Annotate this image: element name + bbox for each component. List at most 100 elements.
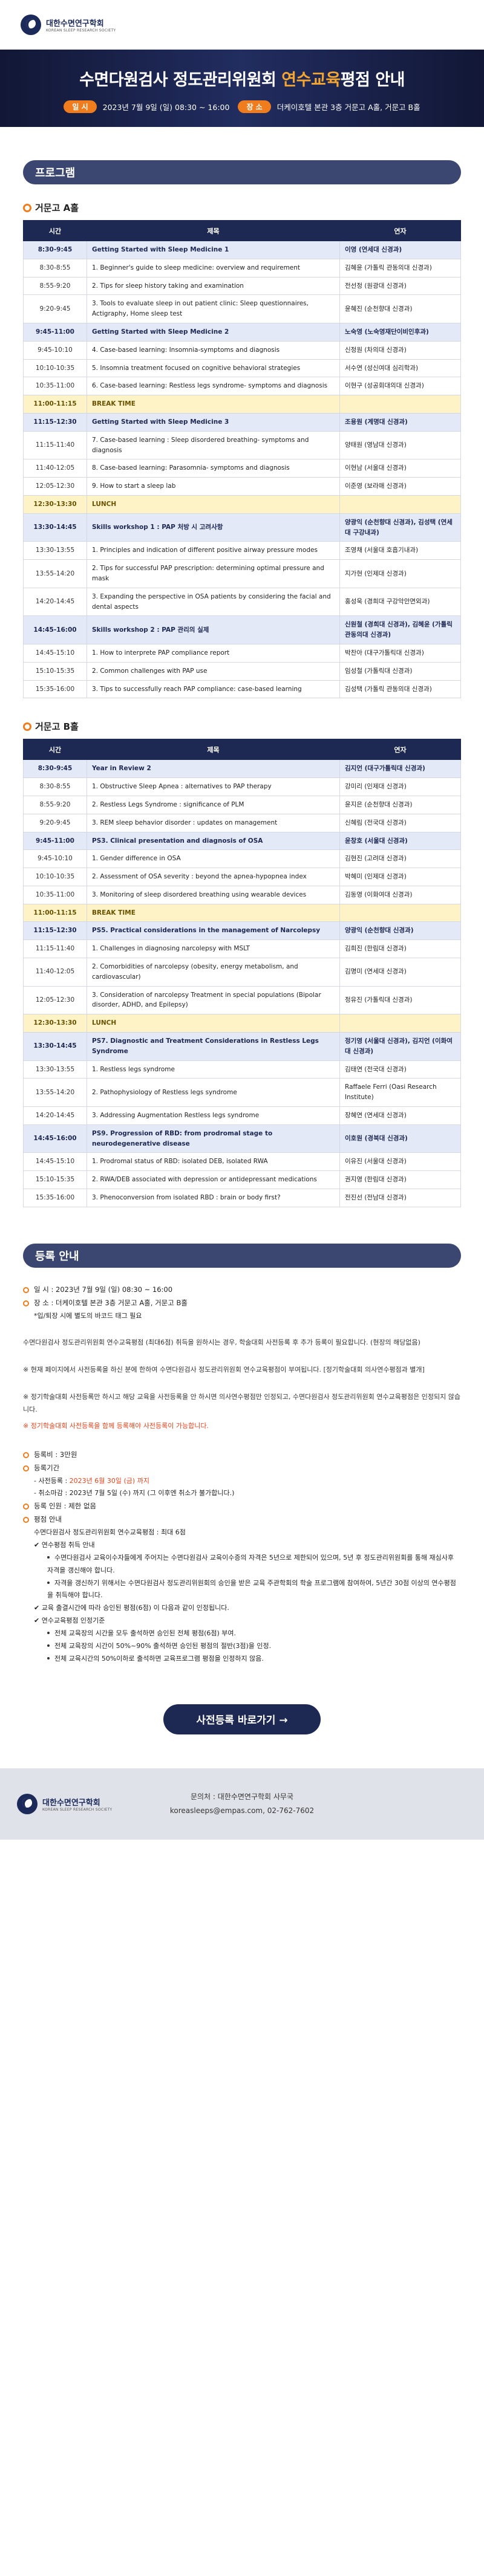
hall-a-label: 거문고 A홀: [35, 203, 79, 213]
reg-para-1: 수면다원검사 정도관리위원회 연수교육평점 (최대6점) 취득을 원하시는 경우…: [23, 1338, 420, 1347]
speaker-cell: 윤창호 (서울대 신경과): [339, 831, 461, 851]
speaker-cell: 홍성욱 (경희대 구강악안면외과): [339, 587, 461, 617]
date-label-pill: 일 시: [64, 100, 97, 113]
title-cell: 7. Case-based learning : Sleep disordere…: [87, 430, 340, 460]
title-cell: 2. Common challenges with PAP use: [87, 661, 340, 681]
table-row: 12:05-12:30 3. Consideration of narcoleps…: [23, 985, 461, 1015]
time-cell: 13:30-14:45: [23, 1032, 87, 1061]
time-cell: 15:10-15:35: [23, 1170, 87, 1190]
reg-place: 장 소 : 더케이호텔 본관 3층 거문고 A홀, 거문고 B홀: [23, 1297, 461, 1310]
time-cell: 12:05-12:30: [23, 477, 87, 496]
title-cell: 1. Gender difference in OSA: [87, 849, 340, 869]
table-row: 10:10-10:35 2. Assessment of OSA severity…: [23, 868, 461, 886]
time-cell: 10:35-11:00: [23, 377, 87, 396]
speaker-cell: 이현남 (서울대 신경과): [339, 459, 461, 478]
title-cell: LUNCH: [87, 1014, 340, 1033]
speaker-cell: 정기영 (서울대 신경과), 김지언 (이화여대 신경과): [339, 1032, 461, 1061]
speaker-cell: 김태연 (전국대 신경과): [339, 1060, 461, 1079]
circle-bullet-icon: [23, 1504, 29, 1510]
credit-rule-title: ✔ 연수교육평점 인정기준: [34, 1617, 105, 1625]
time-cell: 15:35-16:00: [23, 680, 87, 699]
time-cell: 11:15-12:30: [23, 921, 87, 941]
reg-cancel: - 취소마감 : 2023년 7월 5일 (수) 까지 (그 이후엔 취소가 불…: [34, 1489, 235, 1497]
title-cell: 2. Restless Legs Syndrome : significance…: [87, 795, 340, 814]
col-title: 제목: [87, 739, 340, 761]
title-cell: PS3. Clinical presentation and diagnosis…: [87, 831, 340, 851]
logo-name-en: KOREAN SLEEP RESEARCH SOCIETY: [46, 28, 116, 33]
reg-place-note: *입/퇴장 시에 별도의 바코드 태그 필요: [34, 1311, 142, 1320]
title-cell: PS5. Practical considerations in the man…: [87, 921, 340, 941]
title-cell: BREAK TIME: [87, 395, 340, 414]
time-cell: 12:30-13:30: [23, 495, 87, 514]
title-cell: 3. Addressing Augmentation Restless legs…: [87, 1106, 340, 1125]
speaker-cell: 김성택 (가톨릭 관동의대 신경과): [339, 680, 461, 699]
table-row: 9:20-9:45 3. REM sleep behavior disorder …: [23, 813, 461, 832]
time-cell: 9:45-11:00: [23, 322, 87, 342]
footer: 대한수면연구학회 KOREAN SLEEP RESEARCH SOCIETY 문…: [0, 1768, 484, 1840]
session-row: 9:45-11:00 Getting Started with Sleep Med…: [23, 322, 461, 342]
break-row: 12:30-13:30 LUNCH: [23, 495, 461, 514]
hero-banner: 수면다원검사 정도관리위원회 연수교육평점 안내 일 시 2023년 7월 9일…: [0, 50, 484, 127]
time-cell: 14:20-14:45: [23, 587, 87, 617]
table-row: 8:55-9:20 2. Restless Legs Syndrome : sig…: [23, 795, 461, 814]
title-cell: 1. Obstructive Sleep Apnea : alternative…: [87, 777, 340, 796]
title-cell: 8. Case-based learning: Parasomnia- symp…: [87, 459, 340, 478]
table-row: 14:45-15:10 1. Prodromal status of RBD: i…: [23, 1152, 461, 1172]
col-speaker: 연자: [339, 739, 461, 761]
hall-a-title: 거문고 A홀: [23, 201, 461, 214]
speaker-cell: 신혜림 (전국대 신경과): [339, 813, 461, 832]
col-title: 제목: [87, 220, 340, 241]
table-row: 13:55-14:20 2. Tips for successful PAP pr…: [23, 559, 461, 588]
title-cell: 5. Insomnia treatment focused on cogniti…: [87, 358, 340, 378]
table-row: 14:20-14:45 3. Expanding the perspective …: [23, 587, 461, 617]
title-cell: Getting Started with Sleep Medicine 2: [87, 322, 340, 342]
speaker-cell: 윤지은 (순천향대 신경과): [339, 795, 461, 814]
time-cell: 13:55-14:20: [23, 1078, 87, 1108]
credit-item: 자격을 갱신하기 위해서는 수면다원검사 정도관리위원회의 승인을 받은 교육 …: [47, 1578, 456, 1600]
session-row: 8:30-9:45 Year in Review 2 김지언 (대구가톨릭대 신경과…: [23, 759, 461, 779]
time-cell: 8:30-8:55: [23, 258, 87, 277]
speaker-cell: 이유진 (서울대 신경과): [339, 1152, 461, 1172]
table-row: 15:35-16:00 3. Tips to successfully reach…: [23, 680, 461, 699]
time-cell: 15:35-16:00: [23, 1189, 87, 1207]
footer-contact: 문의처 : 대한수면연구학회 사무국 koreasleeps@empas.com…: [0, 1790, 484, 1818]
speaker-cell: 노숙영 (노숙영재단이비인후과): [339, 322, 461, 342]
time-cell: 9:20-9:45: [23, 813, 87, 832]
table-row: 13:30-13:55 1. Restless legs syndrome 김태연 …: [23, 1060, 461, 1079]
time-cell: 10:10-10:35: [23, 358, 87, 378]
title-cell: 2. Pathophysiology of Restless legs synd…: [87, 1078, 340, 1108]
reg-fee: 등록비 : 3만원: [23, 1449, 461, 1462]
reg-para-2: ※ 현재 페이지에서 사전등록을 하신 분에 한하여 수면다원검사 정도관리위원…: [23, 1366, 425, 1374]
pre-registration-button[interactable]: 사전등록 바로가기 →: [163, 1704, 321, 1734]
time-cell: 11:00-11:15: [23, 903, 87, 923]
title-cell: 1. Prodromal status of RBD: isolated DEB…: [87, 1152, 340, 1172]
credit-note: ✔ 교육 출결시간에 따라 승인된 평점(6점) 이 다음과 같이 인정됩니다.: [34, 1604, 229, 1612]
speaker-cell: 김혜윤 (가톨릭 관동의대 신경과): [339, 258, 461, 277]
time-cell: 12:30-13:30: [23, 1014, 87, 1033]
break-row: 12:30-13:30 LUNCH: [23, 1014, 461, 1033]
time-cell: 14:20-14:45: [23, 1106, 87, 1125]
reg-credit: 평점 안내: [23, 1513, 461, 1526]
title-suffix: 평점 안내: [340, 71, 405, 89]
title-cell: BREAK TIME: [87, 903, 340, 923]
speaker-cell: 윤혜진 (순천향대 신경과): [339, 294, 461, 323]
title-cell: 2. Comorbidities of narcolepsy (obesity,…: [87, 958, 340, 987]
time-cell: 14:45-16:00: [23, 1124, 87, 1153]
speaker-cell: 이호원 (경북대 신경과): [339, 1124, 461, 1153]
speaker-cell: [339, 495, 461, 514]
time-cell: 9:20-9:45: [23, 294, 87, 323]
hall-b-table: 시간 제목 연자 8:30-9:45 Year in Review 2 김지언 (대…: [23, 739, 461, 1207]
credit-title: ✔ 연수평점 취득 안내: [34, 1540, 95, 1549]
table-row: 13:55-14:20 2. Pathophysiology of Restles…: [23, 1078, 461, 1108]
title-cell: 3. Monitoring of sleep disordered breath…: [87, 885, 340, 904]
table-row: 15:35-16:00 3. Phenoconversion from isola…: [23, 1189, 461, 1207]
title-cell: 1. Challenges in diagnosing narcolepsy w…: [87, 939, 340, 959]
speaker-cell: Raffaele Ferri (Oasi Research Institute): [339, 1078, 461, 1108]
time-cell: 11:40-12:05: [23, 958, 87, 987]
society-logo[interactable]: 대한수면연구학회 KOREAN SLEEP RESEARCH SOCIETY: [21, 15, 116, 35]
table-row: 11:15-11:40 7. Case-based learning : Slee…: [23, 430, 461, 460]
title-cell: PS9. Progression of RBD: from prodromal …: [87, 1124, 340, 1153]
title-cell: 2. Tips for successful PAP prescription:…: [87, 559, 340, 588]
title-cell: Getting Started with Sleep Medicine 1: [87, 241, 340, 259]
title-cell: PS7. Diagnostic and Treatment Considerat…: [87, 1032, 340, 1061]
